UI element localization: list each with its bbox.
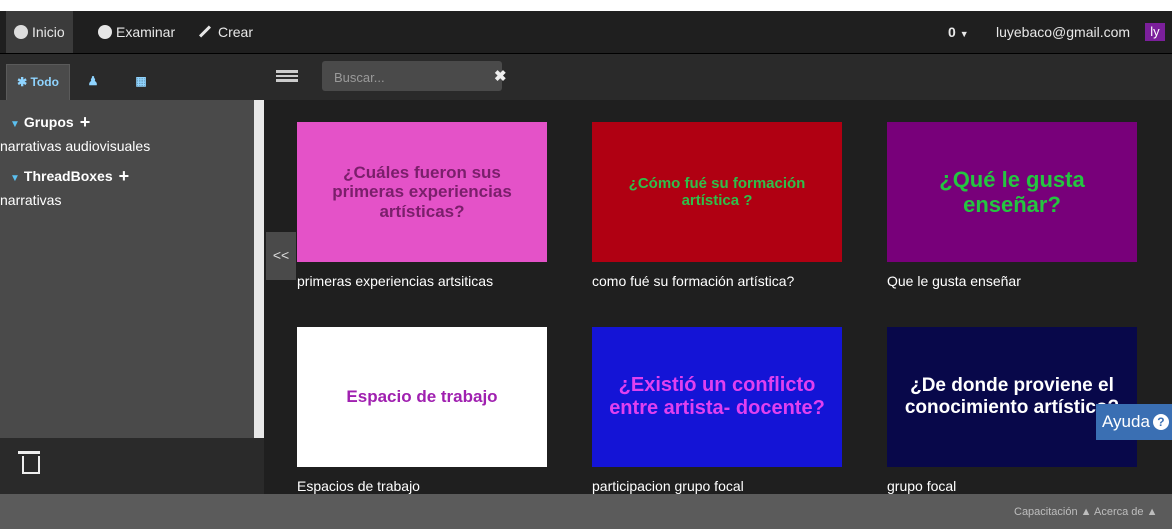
- collapse-sidebar-button[interactable]: <<: [266, 232, 296, 280]
- search-input[interactable]: [332, 67, 486, 87]
- card[interactable]: ¿Cómo fué su formación artística ? como f…: [592, 122, 842, 289]
- top-navbar: Inicio Examinar Crear 0 ▼ luyebaco@gmail.…: [0, 11, 1172, 54]
- sidebar-scrollbar[interactable]: [254, 100, 264, 438]
- card-thumbnail[interactable]: ¿Existió un conflicto entre artista- doc…: [592, 327, 842, 467]
- footer: Capacitación ▲ Acerca de ▲: [0, 494, 1172, 529]
- close-icon[interactable]: ✖: [494, 67, 507, 85]
- question-icon: ?: [1152, 414, 1169, 430]
- nav-inicio-link[interactable]: Inicio: [6, 11, 73, 53]
- card[interactable]: ¿Qué le gusta enseñar? Que le gusta enseñ…: [887, 122, 1137, 289]
- tab-users[interactable]: ♟: [78, 64, 108, 100]
- notification-count-dropdown[interactable]: 0 ▼: [948, 11, 969, 53]
- threadboxes-label: ThreadBoxes: [23, 168, 113, 184]
- tab-todo[interactable]: ✱ Todo: [6, 64, 70, 101]
- user-email: luyebaco@gmail.com: [996, 24, 1131, 40]
- help-label: Ayuda: [1102, 412, 1150, 431]
- card-title[interactable]: primeras experiencias artsiticas: [297, 273, 547, 289]
- nav-inicio-label: Inicio: [32, 24, 65, 40]
- card[interactable]: ¿Cuáles fueron sus primeras experiencias…: [297, 122, 547, 289]
- card[interactable]: Espacio de trabajo Espacios de trabajo: [297, 327, 547, 494]
- footer-acerca-label: Acerca de: [1094, 506, 1144, 518]
- user-menu-dropdown[interactable]: luyebaco@gmail.com: [996, 11, 1130, 53]
- tab-grid[interactable]: ▦: [126, 64, 156, 100]
- nav-examinar-link[interactable]: Examinar: [98, 11, 175, 53]
- sidebar-tabs: ✱ Todo ♟ ▦: [0, 54, 264, 101]
- sidebar-tree: ▼ Grupos + narrativas audiovisuales ▼ Threa…: [0, 100, 254, 438]
- footer-acerca-link[interactable]: Acerca de ▲: [1094, 506, 1157, 518]
- card-thumbnail[interactable]: ¿Qué le gusta enseñar?: [887, 122, 1137, 262]
- card-thumbnail[interactable]: ¿De donde proviene el conocimiento artís…: [887, 327, 1137, 467]
- add-threadbox-icon[interactable]: +: [119, 166, 130, 186]
- card-title[interactable]: participacion grupo focal: [592, 478, 842, 494]
- footer-capacitacion-link[interactable]: Capacitación ▲: [1014, 506, 1092, 518]
- trash-lid: [18, 451, 40, 454]
- users-icon: ♟: [87, 74, 99, 88]
- nav-examinar-label: Examinar: [116, 24, 176, 40]
- avatar[interactable]: ly: [1145, 23, 1165, 41]
- toolbar: ✖: [264, 54, 1172, 100]
- expand-triangle-icon: ▼: [10, 119, 20, 130]
- help-button[interactable]: Ayuda?: [1096, 404, 1172, 440]
- globe-icon: [98, 25, 112, 39]
- home-icon: [14, 25, 28, 39]
- trash-icon[interactable]: [22, 456, 40, 474]
- sidebar-item-narrativas[interactable]: narrativas: [0, 192, 61, 208]
- card-title[interactable]: como fué su formación artística?: [592, 273, 842, 289]
- grid-icon: ▦: [135, 74, 147, 88]
- footer-capacitacion-label: Capacitación: [1014, 506, 1078, 518]
- card-title[interactable]: Que le gusta enseñar: [887, 273, 1137, 289]
- menu-icon[interactable]: [276, 70, 298, 82]
- card[interactable]: ¿Existió un conflicto entre artista- doc…: [592, 327, 842, 494]
- tab-todo-label: Todo: [30, 75, 59, 89]
- caret-down-icon: ▼: [959, 29, 969, 39]
- card-thumbnail[interactable]: ¿Cuáles fueron sus primeras experiencias…: [297, 122, 547, 262]
- grupos-label: Grupos: [23, 114, 74, 130]
- sidebar-footer: [0, 438, 264, 494]
- sidebar: ✱ Todo ♟ ▦ ▼ Grupos + narrativas audiovisu…: [0, 54, 264, 494]
- card-title[interactable]: grupo focal: [887, 478, 1137, 494]
- card-title[interactable]: Espacios de trabajo: [297, 478, 547, 494]
- toolbar-spacer: [264, 100, 1172, 114]
- notification-count: 0: [948, 24, 956, 40]
- search-box: ✖: [322, 61, 507, 91]
- pencil-icon: [198, 25, 212, 38]
- add-grupo-icon[interactable]: +: [80, 112, 91, 132]
- card-thumbnail[interactable]: ¿Cómo fué su formación artística ?: [592, 122, 842, 262]
- nav-crear-label: Crear: [218, 24, 254, 40]
- nav-crear-link[interactable]: Crear: [198, 11, 253, 53]
- threadboxes-header[interactable]: ▼ ThreadBoxes +: [10, 166, 129, 187]
- sidebar-item-narrativas-audiovisuales[interactable]: narrativas audiovisuales: [0, 138, 150, 154]
- grupos-header[interactable]: ▼ Grupos +: [10, 112, 90, 133]
- card-thumbnail[interactable]: Espacio de trabajo: [297, 327, 547, 467]
- expand-triangle-icon: ▼: [10, 173, 20, 184]
